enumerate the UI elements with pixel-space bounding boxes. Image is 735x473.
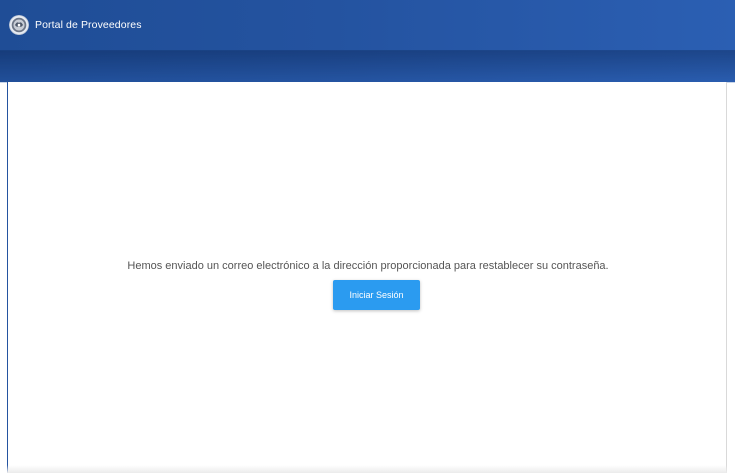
bottom-shadow — [7, 465, 727, 473]
app-header-subbar — [0, 50, 735, 83]
login-button[interactable]: Iniciar Sesión — [333, 280, 420, 310]
app-header-top: Portal de Proveedores — [0, 0, 735, 50]
reset-email-message: Hemos enviado un correo electrónico a la… — [127, 260, 609, 272]
seal-logo-icon — [9, 15, 29, 35]
main-content: Hemos enviado un correo electrónico a la… — [7, 82, 727, 473]
app-header: Portal de Proveedores — [0, 0, 735, 83]
app-title: Portal de Proveedores — [35, 18, 142, 31]
